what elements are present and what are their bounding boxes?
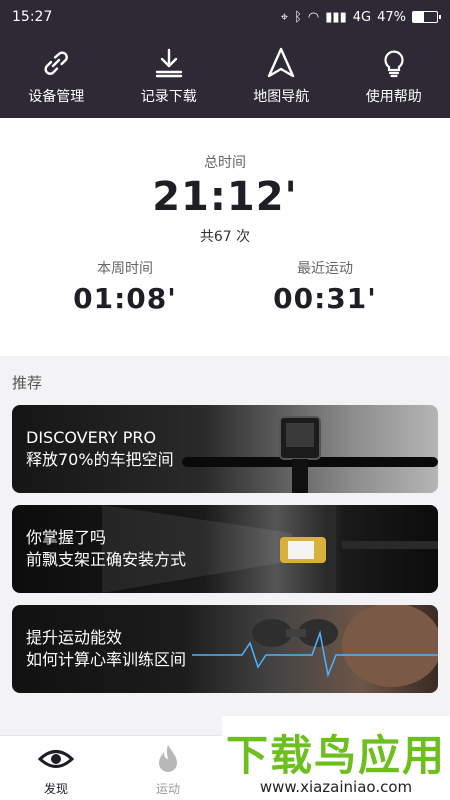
card-title: 提升运动能效 [26,628,123,647]
recent-sport-block: 最近运动 00:31' [245,258,405,315]
tab-discover-label: 发现 [43,782,68,796]
card-title: 你掌握了吗 [26,528,107,547]
map-navigation-label: 地图导航 [253,89,310,105]
recent-sport-value: 00:31' [273,282,377,315]
map-navigation-button[interactable]: 地图导航 [225,34,338,118]
device-management-button[interactable]: 设备管理 [0,34,113,118]
card-subtitle: 前飘支架正确安装方式 [26,550,187,569]
watermark: 下载鸟应用 www.xiazainiao.com [222,716,450,800]
recommend-card-heart-rate[interactable]: 提升运动能效 如何计算心率训练区间 [12,605,438,693]
eye-icon [38,750,74,768]
recommend-card-mount-guide[interactable]: 你掌握了吗 前飘支架正确安装方式 [12,505,438,593]
card-text: 提升运动能效 如何计算心率训练区间 [26,627,186,671]
week-time-label: 本周时间 [97,261,153,277]
user-help-button[interactable]: 使用帮助 [338,34,450,118]
record-download-label: 记录下载 [140,89,197,105]
battery-icon [412,11,441,23]
wifi-icon: ◠ [307,9,320,25]
status-bar: 15:27 ⌖ ᛒ ◠ ▮▮▮ 4G 47% [0,0,450,34]
tab-sport[interactable]: 运动 [128,744,208,797]
card-text: 你掌握了吗 前飘支架正确安装方式 [26,527,186,571]
battery-fill [413,12,425,22]
week-time-value: 01:08' [73,282,177,315]
total-count: 共67 次 [199,229,251,245]
tab-sport-label: 运动 [155,782,180,796]
signal-icon: ▮▮▮ [325,9,347,25]
recommend-card-discovery-pro[interactable]: DISCOVERY PRO 释放70%的车把空间 [12,405,438,493]
battery-percent: 47% [377,9,406,25]
bluetooth-icon: ᛒ [294,9,302,25]
location-icon: ⌖ [280,9,289,25]
recommend-title: 推荐 [12,374,43,392]
tab-discover[interactable]: 发现 [16,744,96,797]
watermark-logo: 下载鸟应用 [225,731,446,780]
network-type: 4G [352,9,372,25]
total-time-label: 总时间 [204,155,246,171]
recent-sport-label: 最近运动 [297,261,353,277]
card-text: DISCOVERY PRO 释放70%的车把空间 [26,427,174,471]
lightbulb-icon [384,50,404,78]
total-time-value: 21:12' [152,174,298,220]
device-management-label: 设备管理 [28,89,85,105]
flame-icon [159,745,177,772]
user-help-label: 使用帮助 [365,89,422,105]
status-time: 15:27 [12,9,53,25]
record-download-button[interactable]: 记录下载 [113,34,226,118]
card-subtitle: 如何计算心率训练区间 [26,650,187,669]
link-icon [44,51,69,75]
navigation-arrow-icon [268,47,295,78]
stats-panel: 总时间 21:12' 共67 次 本周时间 01:08' 最近运动 00:31' [0,118,450,356]
download-icon [155,48,182,78]
card-title: DISCOVERY PRO [26,428,157,447]
top-nav: 设备管理 记录下载 地图导航 使用帮助 [0,34,450,118]
card-subtitle: 释放70%的车把空间 [26,450,174,469]
watermark-url: www.xiazainiao.com [259,778,413,796]
status-icons: ⌖ ᛒ ◠ ▮▮▮ 4G 47% [280,9,441,25]
week-time-block: 本周时间 01:08' [45,258,205,315]
